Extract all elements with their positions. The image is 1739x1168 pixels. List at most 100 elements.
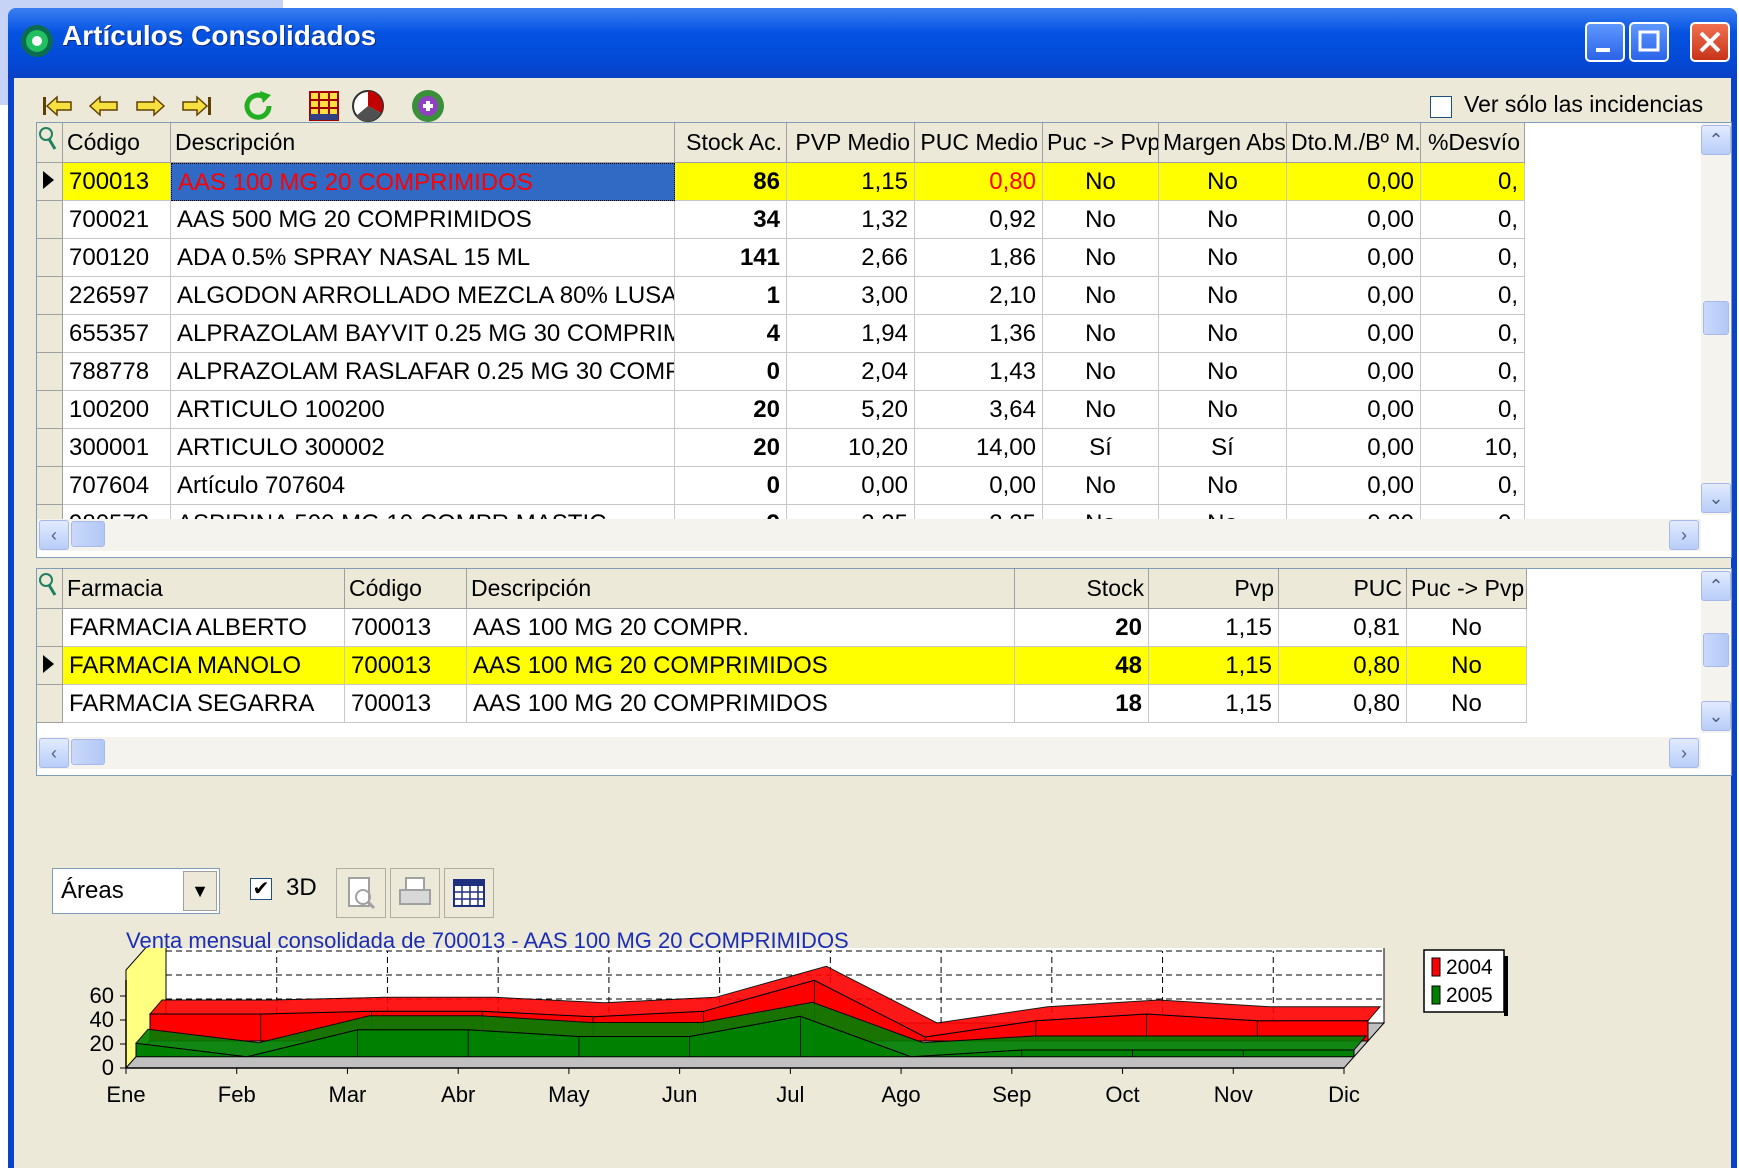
cell-descripcion[interactable]: AAS 500 MG 20 COMPRIMIDOS [171,201,675,239]
vertical-scroll-thumb[interactable] [1703,301,1729,335]
close-button[interactable] [1690,22,1730,62]
cell-stock[interactable]: 86 [675,163,787,201]
dropdown-arrow-icon[interactable]: ▼ [183,871,217,911]
column-header-farmacia[interactable]: Farmacia [63,569,345,609]
cell-dto[interactable]: 0,00 [1287,429,1421,467]
pharmacy-button[interactable] [408,88,448,124]
cell-desvio[interactable]: 0, [1421,467,1525,505]
cell-puc[interactable]: 0,80 [1279,685,1407,723]
cell-desvio[interactable]: 0, [1421,353,1525,391]
cell-descripcion[interactable]: Artículo 707604 [171,467,675,505]
minimize-button[interactable] [1585,22,1625,62]
cell-puc[interactable]: 1,36 [915,315,1043,353]
cell-pvp[interactable]: 2,04 [787,353,915,391]
cell-pvp[interactable]: 5,20 [787,391,915,429]
row-indicator[interactable] [37,353,63,391]
cell-descripcion[interactable]: AAS 100 MG 20 COMPRIMIDOS [467,647,1015,685]
cell-margen[interactable]: No [1159,239,1287,277]
cell-farmacia[interactable]: FARMACIA ALBERTO [63,609,345,647]
cell-dto[interactable]: 0,00 [1287,201,1421,239]
cell-stock[interactable]: 20 [675,391,787,429]
cell-farmacia[interactable]: FARMACIA MANOLO [63,647,345,685]
column-header-descripcion[interactable]: Descripción [467,569,1015,609]
articles-grid[interactable]: Código Descripción Stock Ac. PVP Medio PUC M… [36,122,1732,558]
cell-desvio[interactable]: 0, [1421,239,1525,277]
prev-record-button[interactable] [84,88,124,124]
cell-pucpvp[interactable]: No [1407,685,1527,723]
column-header-stock[interactable]: Stock Ac. [675,123,787,163]
cell-codigo[interactable]: 700013 [345,685,467,723]
cell-descripcion[interactable]: AAS 100 MG 20 COMPR. [467,609,1015,647]
scroll-up-button[interactable]: ⌃ [1701,571,1731,601]
cell-desvio[interactable]: 0, [1421,315,1525,353]
first-record-button[interactable] [38,88,78,124]
cell-pucpvp[interactable]: No [1043,391,1159,429]
cell-desvio[interactable]: 0, [1421,277,1525,315]
scroll-left-button[interactable]: ‹ [39,520,69,550]
horizontal-scroll-thumb[interactable] [71,739,105,765]
cell-margen[interactable]: No [1159,391,1287,429]
print-button[interactable] [390,868,440,918]
column-header-desvio[interactable]: %Desvío [1421,123,1525,163]
scroll-down-button[interactable]: ⌄ [1701,701,1731,731]
cell-descripcion[interactable]: ARTICULO 300002 [171,429,675,467]
cell-desvio[interactable]: 0, [1421,391,1525,429]
maximize-button[interactable] [1629,22,1669,62]
row-indicator[interactable] [37,609,63,647]
cell-dto[interactable]: 0,00 [1287,315,1421,353]
cell-descripcion[interactable]: ARTICULO 100200 [171,391,675,429]
cell-puc[interactable]: 0,81 [1279,609,1407,647]
row-indicator[interactable] [37,163,63,201]
cell-margen[interactable]: No [1159,315,1287,353]
cell-stock[interactable]: 48 [1015,647,1149,685]
cell-codigo[interactable]: 300001 [63,429,171,467]
cell-puc[interactable]: 14,00 [915,429,1043,467]
cell-codigo[interactable]: 788778 [63,353,171,391]
cell-codigo[interactable]: 700120 [63,239,171,277]
cell-stock[interactable]: 0 [675,467,787,505]
cell-margen[interactable]: No [1159,201,1287,239]
cell-descripcion[interactable]: AAS 100 MG 20 COMPRIMIDOS [171,163,675,201]
cell-stock[interactable]: 1 [675,277,787,315]
cell-desvio[interactable]: 0, [1421,201,1525,239]
column-header-puc[interactable]: PUC Medio [915,123,1043,163]
cell-margen[interactable]: No [1159,277,1287,315]
cell-pvp[interactable]: 1,15 [1149,685,1279,723]
cell-desvio[interactable]: 0, [1421,163,1525,201]
cell-pucpvp[interactable]: No [1407,609,1527,647]
data-table-button[interactable] [444,868,494,918]
cell-pucpvp[interactable]: No [1407,647,1527,685]
cell-dto[interactable]: 0,00 [1287,467,1421,505]
print-preview-button[interactable] [336,868,386,918]
three-d-checkbox[interactable]: ✔ [250,878,272,900]
cell-puc[interactable]: 1,43 [915,353,1043,391]
column-header-codigo[interactable]: Código [63,123,171,163]
cell-stock[interactable]: 18 [1015,685,1149,723]
refresh-button[interactable] [238,88,278,124]
scroll-left-button[interactable]: ‹ [39,738,69,768]
row-indicator[interactable] [37,391,63,429]
row-indicator[interactable] [37,685,63,723]
cell-puc[interactable]: 0,00 [915,467,1043,505]
column-header-pucpvp[interactable]: Puc -> Pvp [1043,123,1159,163]
next-record-button[interactable] [130,88,170,124]
cell-desvio[interactable]: 10, [1421,429,1525,467]
cell-pvp[interactable]: 3,00 [787,277,915,315]
cell-codigo[interactable]: 700021 [63,201,171,239]
row-indicator[interactable] [37,239,63,277]
incidencias-checkbox[interactable] [1430,96,1452,118]
cell-dto[interactable]: 0,00 [1287,391,1421,429]
cell-dto[interactable]: 0,00 [1287,277,1421,315]
scroll-right-button[interactable]: › [1669,738,1699,768]
cell-codigo[interactable]: 700013 [63,163,171,201]
cell-pucpvp[interactable]: No [1043,353,1159,391]
cell-puc[interactable]: 2,10 [915,277,1043,315]
cell-margen[interactable]: No [1159,467,1287,505]
cell-farmacia[interactable]: FARMACIA SEGARRA [63,685,345,723]
cell-stock[interactable]: 34 [675,201,787,239]
cell-puc[interactable]: 3,64 [915,391,1043,429]
column-header-margen[interactable]: Margen Abs. [1159,123,1287,163]
column-header-stock[interactable]: Stock [1015,569,1149,609]
cell-descripcion[interactable]: ALGODON ARROLLADO MEZCLA 80% LUSAN 10... [171,277,675,315]
cell-pucpvp[interactable]: Sí [1043,429,1159,467]
